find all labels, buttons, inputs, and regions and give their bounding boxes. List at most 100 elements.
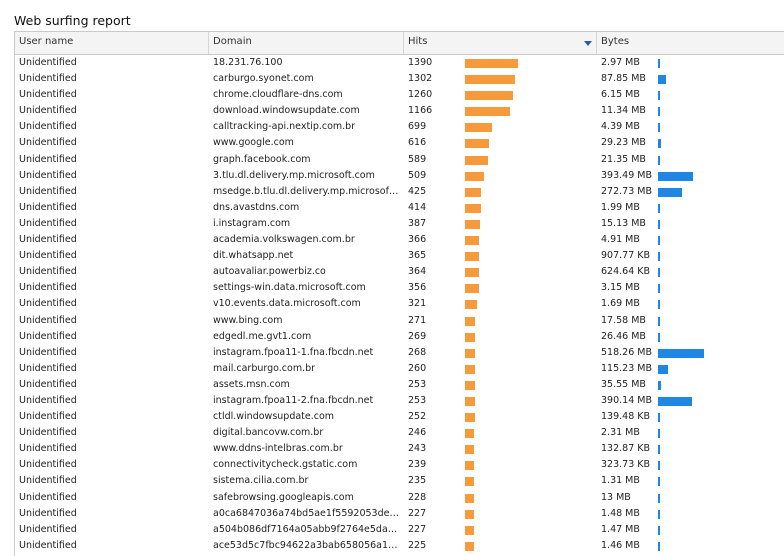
hits-bar: [465, 219, 480, 229]
bytes-cell: 3.15 MB: [601, 282, 640, 294]
hits-bar: [465, 413, 475, 423]
table-row[interactable]: Unidentified instagram.fpoa11-2.fna.fbcdn…: [15, 393, 784, 409]
table-row[interactable]: Unidentified 18.231.76.100 1390 2.97 MB: [15, 55, 784, 71]
hits-bar: [465, 509, 474, 519]
table-row[interactable]: Unidentified a504b086df7164a05abb9f2764e5…: [15, 522, 784, 538]
user-name-cell: Unidentified: [19, 153, 77, 165]
table-row[interactable]: Unidentified instagram.fpoa11-1.fna.fbcdn…: [15, 345, 784, 361]
hits-bar: [465, 332, 476, 342]
hits-bar: [465, 59, 518, 68]
hits-cell: 387: [408, 217, 427, 229]
bytes-cell: 2.31 MB: [601, 427, 640, 439]
bytes-bar: [658, 171, 693, 181]
table-row[interactable]: Unidentified www.bing.com 271 17.58 MB: [15, 313, 784, 329]
hits-bar: [465, 348, 476, 358]
bytes-cell: 13 MB: [601, 491, 631, 503]
column-header-user-name[interactable]: User name: [15, 32, 209, 54]
hits-cell: 246: [408, 427, 427, 439]
domain-cell: settings-win.data.microsoft.com: [213, 282, 366, 294]
table-row[interactable]: Unidentified ace53d5c7fbc94622a3bab658056…: [15, 538, 784, 554]
domain-cell: www.google.com: [213, 137, 294, 149]
table-row[interactable]: Unidentified connectivitycheck.gstatic.co…: [15, 457, 784, 473]
table-row[interactable]: Unidentified dit.whatsapp.net 365 907.77 KB: [15, 248, 784, 264]
bytes-bar: [658, 477, 660, 487]
table-row[interactable]: Unidentified graph.facebook.com 589 21.35 M…: [15, 152, 784, 168]
bytes-bar: [658, 316, 660, 326]
bytes-bar: [658, 59, 660, 68]
user-name-cell: Unidentified: [19, 378, 77, 390]
hits-bar: [465, 316, 476, 326]
bytes-bar: [658, 236, 660, 246]
hits-bar: [465, 477, 474, 487]
table-row[interactable]: Unidentified ctldl.windowsupdate.com 252 13…: [15, 409, 784, 425]
domain-cell: edgedl.me.gvt1.com: [213, 330, 312, 342]
hits-cell: 225: [408, 539, 427, 551]
column-header-hits[interactable]: Hits: [404, 32, 597, 54]
user-name-cell: Unidentified: [19, 411, 77, 423]
user-name-cell: Unidentified: [19, 346, 77, 358]
domain-cell: safebrowsing.googleapis.com: [213, 491, 354, 503]
bytes-cell: 139.48 KB: [601, 411, 651, 423]
domain-cell: calltracking-api.nextip.com.br: [213, 121, 356, 133]
bytes-cell: 26.46 MB: [601, 330, 646, 342]
bytes-bar: [658, 252, 660, 262]
table-row[interactable]: Unidentified msedge.b.tlu.dl.delivery.mp.…: [15, 184, 784, 200]
hits-bar: [465, 252, 479, 262]
bytes-bar: [658, 187, 682, 197]
hits-cell: 589: [408, 153, 427, 165]
domain-cell: sistema.cilia.com.br: [213, 475, 309, 487]
sort-descending-icon[interactable]: [584, 41, 592, 46]
table-row[interactable]: Unidentified autoavaliar.powerbiz.co 364 62…: [15, 264, 784, 280]
hits-cell: 321: [408, 298, 427, 310]
bytes-bar: [658, 300, 660, 310]
table-row[interactable]: Unidentified v10.events.data.microsoft.co…: [15, 296, 784, 312]
user-name-cell: Unidentified: [19, 73, 77, 85]
table-row[interactable]: Unidentified download.windowsupdate.com 11…: [15, 103, 784, 119]
hits-bar: [465, 525, 474, 535]
hits-cell: 243: [408, 443, 427, 455]
table-row[interactable]: Unidentified carburgo.syonet.com 1302 87.85…: [15, 71, 784, 87]
domain-cell: ctldl.windowsupdate.com: [213, 411, 335, 423]
table-row[interactable]: Unidentified chrome.cloudflare-dns.com 126…: [15, 87, 784, 103]
table-row[interactable]: Unidentified i.instagram.com 387 15.13 MB: [15, 216, 784, 232]
user-name-cell: Unidentified: [19, 362, 77, 374]
table-row[interactable]: Unidentified 3.tlu.dl.delivery.mp.microso…: [15, 168, 784, 184]
table-row[interactable]: Unidentified www.google.com 616 29.23 MB: [15, 135, 784, 151]
bytes-cell: 1.31 MB: [601, 475, 640, 487]
table-row[interactable]: Unidentified calltracking-api.nextip.com.…: [15, 119, 784, 135]
bytes-cell: 323.73 KB: [601, 459, 651, 471]
column-header-hits-label: Hits: [408, 36, 428, 47]
hits-bar: [465, 429, 475, 439]
table-row[interactable]: Unidentified assets.msn.com 253 35.55 MB: [15, 377, 784, 393]
user-name-cell: Unidentified: [19, 121, 77, 133]
user-name-cell: Unidentified: [19, 330, 77, 342]
table-row[interactable]: Unidentified www.ddns-intelbras.com.br 243…: [15, 441, 784, 457]
column-header-bytes[interactable]: Bytes: [597, 32, 784, 54]
table-row[interactable]: Unidentified settings-win.data.microsoft.…: [15, 280, 784, 296]
bytes-bar: [658, 348, 704, 358]
hits-cell: 253: [408, 394, 427, 406]
bytes-cell: 624.64 KB: [601, 266, 651, 278]
table-row[interactable]: Unidentified edgedl.me.gvt1.com 269 26.46 M…: [15, 329, 784, 345]
table-row[interactable]: Unidentified a0ca6847036a74bd5ae1f5592053…: [15, 506, 784, 522]
bytes-bar: [658, 268, 660, 278]
hits-cell: 1166: [408, 105, 433, 117]
column-header-domain[interactable]: Domain: [209, 32, 404, 54]
table-row[interactable]: Unidentified sistema.cilia.com.br 235 1.31 …: [15, 473, 784, 489]
hits-bar: [465, 300, 478, 310]
hits-cell: 227: [408, 523, 427, 535]
user-name-cell: Unidentified: [19, 539, 77, 551]
bytes-cell: 132.87 KB: [601, 443, 651, 455]
table-row[interactable]: Unidentified dns.avastdns.com 414 1.99 MB: [15, 200, 784, 216]
table-row[interactable]: Unidentified academia.volkswagen.com.br 36…: [15, 232, 784, 248]
domain-cell: 3.tlu.dl.delivery.mp.microsoft.com: [213, 169, 375, 181]
table-row[interactable]: Unidentified mail.carburgo.com.br 260 115.2…: [15, 361, 784, 377]
table-row[interactable]: Unidentified safebrowsing.googleapis.com 2…: [15, 490, 784, 506]
hits-bar: [465, 380, 475, 390]
domain-cell: www.ddns-intelbras.com.br: [213, 443, 343, 455]
user-name-cell: Unidentified: [19, 169, 77, 181]
domain-cell: dit.whatsapp.net: [213, 250, 294, 262]
bytes-cell: 1.69 MB: [601, 298, 640, 310]
hits-bar: [465, 75, 515, 85]
table-row[interactable]: Unidentified digital.bancovw.com.br 246 2.3…: [15, 425, 784, 441]
